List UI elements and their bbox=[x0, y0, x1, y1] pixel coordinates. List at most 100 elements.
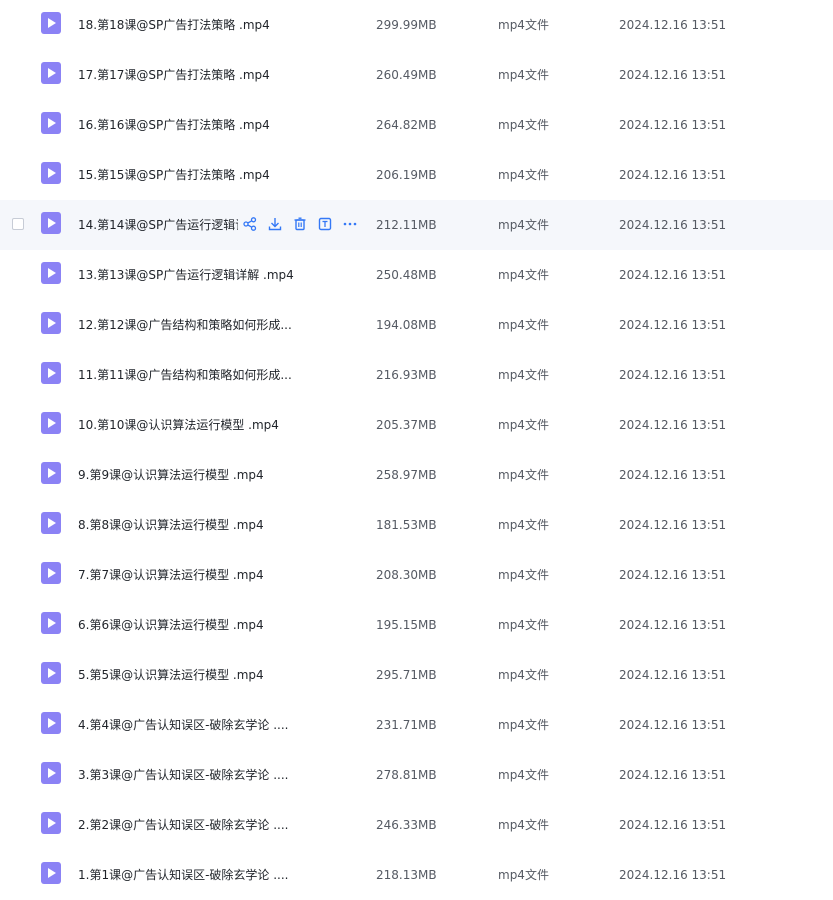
video-file-icon bbox=[41, 862, 61, 884]
file-size: 195.15MB bbox=[376, 618, 437, 632]
table-row[interactable]: 2.第2课@广告认知误区-破除玄学论 .... 246.33MB mp4文件 2024… bbox=[0, 800, 833, 850]
table-row[interactable]: 16.第16课@SP广告打法策略 .mp4 264.82MB mp4文件 2024.1… bbox=[0, 100, 833, 150]
video-file-icon bbox=[41, 162, 61, 184]
file-name[interactable]: 14.第14课@SP广告运行逻辑详 bbox=[78, 200, 238, 250]
table-row[interactable]: 3.第3课@广告认知误区-破除玄学论 .... 278.81MB mp4文件 2024… bbox=[0, 750, 833, 800]
file-type: mp4文件 bbox=[498, 168, 549, 182]
video-file-icon bbox=[41, 262, 61, 284]
table-row[interactable]: 5.第5课@认识算法运行模型 .mp4 295.71MB mp4文件 2024.12.… bbox=[0, 650, 833, 700]
file-size: 246.33MB bbox=[376, 818, 437, 832]
file-name[interactable]: 13.第13课@SP广告运行逻辑详解 .mp4 bbox=[78, 250, 294, 300]
file-name[interactable]: 18.第18课@SP广告打法策略 .mp4 bbox=[78, 0, 270, 50]
modified-date: 2024.12.16 13:51 bbox=[619, 218, 727, 232]
file-name[interactable]: 6.第6课@认识算法运行模型 .mp4 bbox=[78, 600, 264, 650]
file-type: mp4文件 bbox=[498, 568, 549, 582]
delete-icon[interactable] bbox=[292, 216, 308, 232]
table-row[interactable]: 4.第4课@广告认知误区-破除玄学论 .... 231.71MB mp4文件 2024… bbox=[0, 700, 833, 750]
modified-date: 2024.12.16 13:51 bbox=[619, 518, 727, 532]
modified-date: 2024.12.16 13:51 bbox=[619, 768, 727, 782]
table-row[interactable]: 8.第8课@认识算法运行模型 .mp4 181.53MB mp4文件 2024.12.… bbox=[0, 500, 833, 550]
video-file-icon bbox=[41, 712, 61, 734]
video-file-icon bbox=[41, 662, 61, 684]
modified-date: 2024.12.16 13:51 bbox=[619, 68, 727, 82]
modified-date: 2024.12.16 13:51 bbox=[619, 668, 727, 682]
table-row[interactable]: 12.第12课@广告结构和策略如何形成... 194.08MB mp4文件 2024.… bbox=[0, 300, 833, 350]
file-name[interactable]: 1.第1课@广告认知误区-破除玄学论 .... bbox=[78, 850, 289, 900]
file-size: 194.08MB bbox=[376, 318, 437, 332]
file-name[interactable]: 17.第17课@SP广告打法策略 .mp4 bbox=[78, 50, 270, 100]
modified-date: 2024.12.16 13:51 bbox=[619, 618, 727, 632]
table-row[interactable]: 7.第7课@认识算法运行模型 .mp4 208.30MB mp4文件 2024.12.… bbox=[0, 550, 833, 600]
video-file-icon bbox=[41, 612, 61, 634]
file-type: mp4文件 bbox=[498, 318, 549, 332]
table-row[interactable]: 1.第1课@广告认知误区-破除玄学论 .... 218.13MB mp4文件 2024… bbox=[0, 850, 833, 900]
file-type: mp4文件 bbox=[498, 718, 549, 732]
file-type: mp4文件 bbox=[498, 618, 549, 632]
table-row[interactable]: 14.第14课@SP广告运行逻辑详 212.11MB mp4文件 2024.12.16… bbox=[0, 200, 833, 250]
file-list: 18.第18课@SP广告打法策略 .mp4 299.99MB mp4文件 2024.1… bbox=[0, 0, 833, 900]
table-row[interactable]: 6.第6课@认识算法运行模型 .mp4 195.15MB mp4文件 2024.12.… bbox=[0, 600, 833, 650]
modified-date: 2024.12.16 13:51 bbox=[619, 368, 727, 382]
file-size: 250.48MB bbox=[376, 268, 437, 282]
file-name[interactable]: 15.第15课@SP广告打法策略 .mp4 bbox=[78, 150, 270, 200]
file-name[interactable]: 5.第5课@认识算法运行模型 .mp4 bbox=[78, 650, 264, 700]
file-name[interactable]: 12.第12课@广告结构和策略如何形成... bbox=[78, 300, 292, 350]
modified-date: 2024.12.16 13:51 bbox=[619, 718, 727, 732]
file-type: mp4文件 bbox=[498, 18, 549, 32]
file-type: mp4文件 bbox=[498, 518, 549, 532]
file-type: mp4文件 bbox=[498, 68, 549, 82]
file-size: 206.19MB bbox=[376, 168, 437, 182]
file-type: mp4文件 bbox=[498, 368, 549, 382]
file-name[interactable]: 16.第16课@SP广告打法策略 .mp4 bbox=[78, 100, 270, 150]
table-row[interactable]: 11.第11课@广告结构和策略如何形成... 216.93MB mp4文件 2024.… bbox=[0, 350, 833, 400]
modified-date: 2024.12.16 13:51 bbox=[619, 18, 727, 32]
table-row[interactable]: 15.第15课@SP广告打法策略 .mp4 206.19MB mp4文件 2024.1… bbox=[0, 150, 833, 200]
more-icon[interactable] bbox=[342, 216, 358, 232]
table-row[interactable]: 10.第10课@认识算法运行模型 .mp4 205.37MB mp4文件 2024.1… bbox=[0, 400, 833, 450]
file-size: 218.13MB bbox=[376, 868, 437, 882]
file-type: mp4文件 bbox=[498, 118, 549, 132]
file-size: 264.82MB bbox=[376, 118, 437, 132]
file-name[interactable]: 10.第10课@认识算法运行模型 .mp4 bbox=[78, 400, 279, 450]
modified-date: 2024.12.16 13:51 bbox=[619, 418, 727, 432]
table-row[interactable]: 9.第9课@认识算法运行模型 .mp4 258.97MB mp4文件 2024.12.… bbox=[0, 450, 833, 500]
modified-date: 2024.12.16 13:51 bbox=[619, 318, 727, 332]
file-name[interactable]: 9.第9课@认识算法运行模型 .mp4 bbox=[78, 450, 264, 500]
file-type: mp4文件 bbox=[498, 768, 549, 782]
table-row[interactable]: 17.第17课@SP广告打法策略 .mp4 260.49MB mp4文件 2024.1… bbox=[0, 50, 833, 100]
modified-date: 2024.12.16 13:51 bbox=[619, 168, 727, 182]
download-icon[interactable] bbox=[267, 216, 283, 232]
file-name[interactable]: 3.第3课@广告认知误区-破除玄学论 .... bbox=[78, 750, 289, 800]
modified-date: 2024.12.16 13:51 bbox=[619, 118, 727, 132]
video-file-icon bbox=[41, 212, 61, 234]
video-file-icon bbox=[41, 762, 61, 784]
video-file-icon bbox=[41, 462, 61, 484]
file-name[interactable]: 4.第4课@广告认知误区-破除玄学论 .... bbox=[78, 700, 289, 750]
video-file-icon bbox=[41, 512, 61, 534]
file-type: mp4文件 bbox=[498, 418, 549, 432]
file-size: 231.71MB bbox=[376, 718, 437, 732]
rename-icon[interactable] bbox=[317, 216, 333, 232]
video-file-icon bbox=[41, 362, 61, 384]
video-file-icon bbox=[41, 62, 61, 84]
file-size: 212.11MB bbox=[376, 218, 437, 232]
file-type: mp4文件 bbox=[498, 468, 549, 482]
modified-date: 2024.12.16 13:51 bbox=[619, 568, 727, 582]
video-file-icon bbox=[41, 312, 61, 334]
file-name[interactable]: 7.第7课@认识算法运行模型 .mp4 bbox=[78, 550, 264, 600]
table-row[interactable]: 18.第18课@SP广告打法策略 .mp4 299.99MB mp4文件 2024.1… bbox=[0, 0, 833, 50]
row-checkbox[interactable] bbox=[12, 218, 24, 230]
file-type: mp4文件 bbox=[498, 268, 549, 282]
file-size: 260.49MB bbox=[376, 68, 437, 82]
file-type: mp4文件 bbox=[498, 668, 549, 682]
file-type: mp4文件 bbox=[498, 218, 549, 232]
video-file-icon bbox=[41, 12, 61, 34]
file-name[interactable]: 8.第8课@认识算法运行模型 .mp4 bbox=[78, 500, 264, 550]
file-size: 216.93MB bbox=[376, 368, 437, 382]
file-name[interactable]: 2.第2课@广告认知误区-破除玄学论 .... bbox=[78, 800, 289, 850]
video-file-icon bbox=[41, 112, 61, 134]
table-row[interactable]: 13.第13课@SP广告运行逻辑详解 .mp4 250.48MB mp4文件 2024… bbox=[0, 250, 833, 300]
file-name[interactable]: 11.第11课@广告结构和策略如何形成... bbox=[78, 350, 292, 400]
share-icon[interactable] bbox=[242, 216, 258, 232]
file-size: 205.37MB bbox=[376, 418, 437, 432]
